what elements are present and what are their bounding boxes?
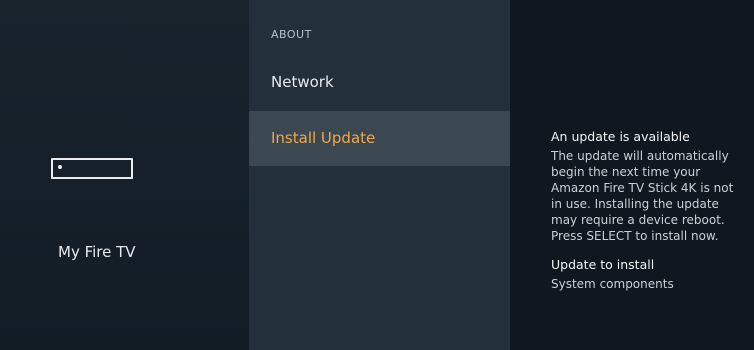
- details-panel: An update is available The update will a…: [510, 0, 754, 350]
- install-heading: Update to install: [551, 257, 655, 272]
- install-value: System components: [551, 277, 674, 291]
- fire-tv-stick-icon: [51, 158, 133, 179]
- update-info: An update is available The update will a…: [551, 129, 751, 292]
- menu-item-network[interactable]: Network: [249, 55, 510, 110]
- fire-tv-settings-screen: My Fire TV ABOUT Network Install Update …: [0, 0, 754, 350]
- device-led-dot: [58, 165, 62, 169]
- section-title: My Fire TV: [58, 243, 136, 261]
- left-panel: My Fire TV: [0, 0, 249, 350]
- update-heading: An update is available: [551, 129, 690, 144]
- update-description: The update will automatically begin the …: [551, 149, 734, 243]
- menu-section-header: ABOUT: [271, 28, 312, 41]
- menu-item-install-update[interactable]: Install Update: [249, 111, 510, 166]
- menu-panel: ABOUT Network Install Update: [249, 0, 510, 350]
